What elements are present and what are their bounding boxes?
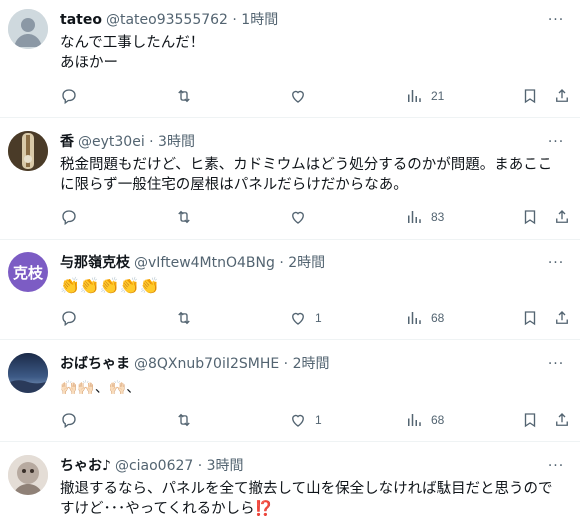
retweet-button[interactable] <box>175 410 193 430</box>
like-icon <box>292 312 304 325</box>
views-button[interactable]: 68 <box>405 308 444 328</box>
share-icon <box>556 210 568 223</box>
like-icon <box>292 90 304 103</box>
action-bar: 1 68 <box>0 410 580 430</box>
reply-icon <box>62 413 76 429</box>
retweet-icon <box>178 89 190 103</box>
handle-time[interactable]: @eyt30ei · 3時間 <box>78 134 195 150</box>
display-name[interactable]: 与那嶺克枝 <box>60 255 130 271</box>
tweet[interactable]: おばちゃま @8QXnub70iI2SMHE · 2時間 ··· 🙌🏻🙌🏻、🙌🏻、… <box>0 340 580 442</box>
bookmark-icon <box>524 89 536 104</box>
reply-button[interactable] <box>60 410 78 430</box>
like-button[interactable]: 1 <box>289 410 322 430</box>
reply-icon <box>62 210 76 226</box>
reply-icon <box>62 311 76 327</box>
bookmark-button[interactable] <box>521 86 539 106</box>
view-count: 68 <box>431 413 445 427</box>
like-button[interactable]: 1 <box>289 308 322 328</box>
share-button[interactable] <box>553 410 571 430</box>
more-icon[interactable]: ··· <box>546 10 566 30</box>
like-button[interactable] <box>289 86 315 106</box>
like-icon <box>292 211 304 224</box>
bookmark-icon <box>524 210 536 225</box>
share-button[interactable] <box>553 308 571 328</box>
handle-time[interactable]: @tateo93555762 · 1時間 <box>106 12 278 28</box>
tweet-text: 税金問題もだけど、ヒ素、カドミウムはどう処分するのかが問題。まあここ に限らず一… <box>60 157 553 193</box>
reply-button[interactable] <box>60 207 78 227</box>
retweet-icon <box>178 210 190 224</box>
views-icon <box>408 312 421 324</box>
more-icon[interactable]: ··· <box>546 354 566 374</box>
avatar[interactable]: 克枝 <box>8 252 48 292</box>
bookmark-icon <box>524 413 536 428</box>
view-count: 68 <box>431 311 445 325</box>
display-name[interactable]: ちゃお♪ <box>60 458 111 474</box>
tweet-header: ちゃお♪ @ciao0627 · 3時間 <box>60 456 540 476</box>
reply-button[interactable] <box>60 308 78 328</box>
tweet-text: 👏👏👏👏👏 <box>60 276 160 295</box>
share-button[interactable] <box>553 207 571 227</box>
tweet-text: 撤退するなら、パネルを全て撤去して山を保全しなければ駄目だと思うので すけど･･… <box>60 481 553 517</box>
tweet-text: 🙌🏻🙌🏻、🙌🏻、 <box>60 380 141 396</box>
views-button[interactable]: 21 <box>405 86 444 106</box>
more-icon[interactable]: ··· <box>546 132 566 152</box>
share-button[interactable] <box>553 86 571 106</box>
avatar[interactable] <box>8 353 48 393</box>
handle-time[interactable]: @vIftew4MtnO4BNg · 2時間 <box>134 255 325 271</box>
share-icon <box>556 413 568 426</box>
like-count: 1 <box>315 413 322 427</box>
action-bar: 1 68 <box>0 308 580 328</box>
tweet-text: なんで工事したんだ！ あほかー <box>60 35 205 71</box>
like-button[interactable] <box>289 207 315 227</box>
tweet-header: おばちゃま @8QXnub70iI2SMHE · 2時間 <box>60 354 540 374</box>
retweet-button[interactable] <box>175 207 193 227</box>
share-icon <box>556 89 568 102</box>
action-bar: 83 <box>0 207 580 227</box>
views-button[interactable]: 83 <box>405 207 444 227</box>
retweet-button[interactable] <box>175 86 193 106</box>
more-icon[interactable]: ··· <box>546 456 566 476</box>
avatar[interactable] <box>8 9 48 49</box>
avatar-initials: 克枝 <box>12 263 43 282</box>
bookmark-button[interactable] <box>521 308 539 328</box>
retweet-button[interactable] <box>175 308 193 328</box>
views-button[interactable]: 68 <box>405 410 444 430</box>
handle-time[interactable]: @ciao0627 · 3時間 <box>115 458 244 474</box>
display-name[interactable]: tateo <box>60 12 102 28</box>
reply-icon <box>62 89 76 105</box>
tweet[interactable]: tateo @tateo93555762 · 1時間 ··· なんで工事したんだ！… <box>0 0 580 118</box>
tweet[interactable]: 香 @eyt30ei · 3時間 ··· 税金問題もだけど、ヒ素、カドミウムはどう… <box>0 118 580 240</box>
tweet-header: 与那嶺克枝 @vIftew4MtnO4BNg · 2時間 <box>60 253 540 273</box>
tweet-header: 香 @eyt30ei · 3時間 <box>60 132 540 152</box>
tweet[interactable]: 克枝 与那嶺克枝 @vIftew4MtnO4BNg · 2時間 ··· 👏👏👏👏👏… <box>0 240 580 340</box>
bookmark-icon <box>524 311 536 326</box>
views-icon <box>408 90 421 102</box>
like-icon <box>292 414 304 427</box>
bookmark-button[interactable] <box>521 410 539 430</box>
views-icon <box>408 211 421 223</box>
views-icon <box>408 414 421 426</box>
display-name[interactable]: おばちゃま <box>60 356 130 372</box>
tweet-header: tateo @tateo93555762 · 1時間 <box>60 10 540 30</box>
avatar[interactable] <box>8 131 48 171</box>
reply-button[interactable] <box>60 86 78 106</box>
handle-time[interactable]: @8QXnub70iI2SMHE · 2時間 <box>134 356 330 372</box>
avatar[interactable] <box>8 455 48 495</box>
retweet-icon <box>178 311 190 325</box>
like-count: 1 <box>315 311 322 325</box>
more-icon[interactable]: ··· <box>546 253 566 273</box>
tweet[interactable]: ちゃお♪ @ciao0627 · 3時間 ··· 撤退するなら、パネルを全て撤去し… <box>0 442 580 528</box>
share-icon <box>556 311 568 324</box>
display-name[interactable]: 香 <box>60 134 74 150</box>
action-bar: 21 <box>0 86 580 106</box>
bookmark-button[interactable] <box>521 207 539 227</box>
retweet-icon <box>178 413 190 427</box>
